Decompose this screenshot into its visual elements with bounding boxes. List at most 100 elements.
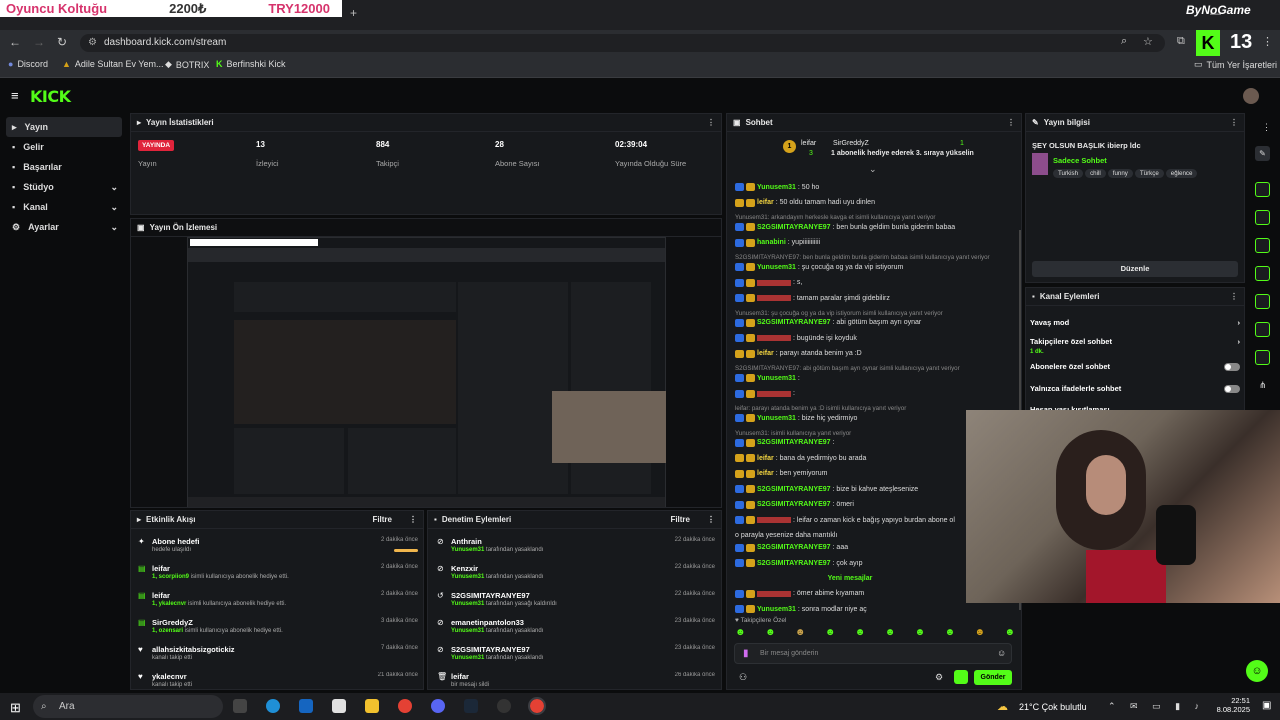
chat-message[interactable]: leifar: bana da yedirmiyo bu arada (735, 454, 866, 462)
filter-button[interactable]: Filtre (372, 515, 392, 524)
chat-message[interactable]: : (735, 389, 795, 398)
chat-message[interactable]: leifar: ben yemiyorum (735, 469, 827, 478)
emoji-icon[interactable]: ☺ (997, 648, 1006, 658)
chat-username[interactable]: S2GSIMITAYRANYE97 (757, 544, 831, 551)
sidebar-item-studyo[interactable]: ▪ Stüdyo ⌄ (6, 177, 122, 197)
tag[interactable]: chill (1085, 169, 1106, 178)
category-name[interactable]: Sadece Sohbet (1053, 156, 1107, 165)
bookmark-berfinshki[interactable]: K Berfinshki Kick (216, 59, 286, 69)
subs-only-toggle[interactable] (1224, 362, 1240, 371)
tag[interactable]: eğlence (1165, 169, 1198, 178)
filter-button[interactable]: Filtre (670, 515, 690, 524)
chat-message[interactable]: : leifar o zaman kick e bağış yapıyo bur… (735, 516, 955, 524)
chat-username[interactable]: leifar (757, 470, 774, 477)
sidebar-item-basarilar[interactable]: ▪ Başarılar (6, 157, 122, 177)
chat-username[interactable]: Yunusem31 (757, 606, 796, 613)
sidebar-item-yayin[interactable]: ▸ Yayın (6, 117, 122, 137)
forward-icon[interactable]: → (33, 35, 45, 49)
tag[interactable]: Turkish (1053, 169, 1084, 178)
chat-username[interactable]: Yunusem31 (757, 375, 796, 382)
chat-username[interactable]: S2GSIMITAYRANYE97 (757, 560, 831, 567)
chat-username[interactable]: S2GSIMITAYRANYE97 (757, 486, 831, 493)
tag[interactable]: funny (1107, 169, 1133, 178)
rail-edit-icon[interactable]: ✎ (1255, 146, 1270, 161)
chat-message[interactable]: : s, (735, 278, 802, 287)
edit-button[interactable]: Düzenle (1032, 261, 1238, 277)
weather-text[interactable]: 21°C Çok bulutlu (1019, 702, 1087, 712)
emote-icon[interactable]: ☻ (825, 627, 836, 641)
browser-menu-icon[interactable]: ⋮ (1262, 35, 1273, 48)
store-icon[interactable] (332, 699, 346, 713)
reload-icon[interactable]: ↻ (57, 35, 67, 49)
rail-chat-icon[interactable] (1255, 266, 1270, 281)
help-chat-button[interactable]: ☺ (1246, 660, 1268, 682)
chat-message[interactable]: : bugünde işi koyduk (735, 334, 857, 342)
chat-message[interactable]: hanabini: yupiiiiiiiiiii (735, 238, 820, 247)
chat-message[interactable]: S2GSIMITAYRANYE97: abi götüm başım ayrı … (735, 318, 921, 327)
address-bar[interactable]: ⚙ dashboard.kick.com/stream (80, 34, 1165, 52)
chat-message[interactable]: Yunusem31: şu çocuğa og ya da vip istiyo… (735, 263, 903, 271)
kebab-icon[interactable]: ⋮ (707, 515, 715, 524)
obs-icon[interactable] (497, 699, 511, 713)
emote-icon[interactable]: ☻ (795, 627, 806, 641)
emote-icon[interactable]: ☻ (1004, 627, 1015, 641)
notifications-icon[interactable]: ▣ (1262, 700, 1271, 711)
chat-message[interactable]: S2GSIMITAYRANYE97: ben bunla geldim bunl… (735, 223, 955, 231)
bookmark-star-icon[interactable]: ☆ (1143, 35, 1153, 48)
kebab-icon[interactable]: ⋮ (1230, 292, 1238, 301)
slow-mode-row[interactable]: Yavaş mod › (1030, 318, 1240, 327)
windows-start-icon[interactable]: ⊞ (10, 700, 21, 716)
chat-input[interactable]: ▮ Bir mesaj gönderin ☺ (734, 643, 1012, 664)
chat-username[interactable]: S2GSIMITAYRANYE97 (757, 319, 831, 326)
chat-message[interactable]: S2GSIMITAYRANYE97: bize bi kahve ateşles… (735, 485, 918, 493)
rail-menu-icon[interactable]: ⋮ (1262, 122, 1271, 133)
edge-icon[interactable] (266, 699, 280, 713)
rail-link-icon[interactable] (1255, 294, 1270, 309)
rail-wrench-icon[interactable] (1255, 350, 1270, 365)
sidebar-item-ayarlar[interactable]: ⚙ Ayarlar ⌄ (6, 217, 122, 237)
chrome-active-icon[interactable] (528, 697, 546, 715)
emote-icon[interactable]: ☻ (855, 627, 866, 641)
gear-icon[interactable]: ⚙ (935, 672, 943, 683)
emote-icon[interactable]: ☻ (765, 627, 776, 641)
chat-username[interactable] (757, 295, 791, 301)
chat-message[interactable]: Yunusem31: (735, 374, 800, 382)
chat-username[interactable]: Yunusem31 (757, 264, 796, 271)
chrome-icon[interactable] (398, 699, 412, 713)
chat-username[interactable]: leifar (757, 350, 774, 357)
chat-username[interactable]: S2GSIMITAYRANYE97 (757, 501, 831, 508)
chat-message[interactable]: leifar: 50 oldu tamam hadi uyu dinlen (735, 198, 875, 207)
all-bookmarks[interactable]: ▭ Tüm Yer İşaretleri (1194, 59, 1277, 70)
chat-username[interactable] (757, 335, 791, 341)
kebab-icon[interactable]: ⋮ (1230, 118, 1238, 127)
kebab-icon[interactable]: ⋮ (707, 118, 715, 127)
chat-username[interactable] (757, 590, 791, 597)
emote-icon[interactable]: ☻ (975, 627, 986, 641)
rail-bolt-icon[interactable] (1255, 210, 1270, 225)
emote-icon[interactable]: ☻ (735, 627, 746, 641)
discord-icon[interactable] (431, 699, 445, 713)
followers-only-row[interactable]: Takipçilere özel sohbet 1 dk. › (1030, 337, 1240, 355)
chat-username[interactable]: leifar (757, 199, 774, 206)
emote-icon[interactable]: ☻ (885, 627, 896, 641)
chat-message[interactable]: Yunusem31: sonra modlar niye aç (735, 605, 867, 613)
chat-message[interactable]: S2GSIMITAYRANYE97: çok ayıp (735, 559, 863, 567)
chat-message[interactable]: leifar: parayı atanda benim ya :D (735, 349, 862, 358)
zoom-icon[interactable]: ⌕ (1121, 35, 1127, 48)
chat-settings-icon[interactable]: ⚇ (739, 672, 747, 683)
rail-share-icon[interactable]: ⋔ (1259, 380, 1267, 391)
chat-username[interactable]: S2GSIMITAYRANYE97 (757, 224, 831, 231)
chat-username[interactable]: hanabini (757, 239, 786, 246)
sidebar-item-gelir[interactable]: ▪ Gelir (6, 137, 122, 157)
emote-icon[interactable]: ☻ (915, 627, 926, 641)
chat-username[interactable]: Yunusem31 (757, 415, 796, 422)
kick-logo[interactable]: KICK (30, 87, 71, 106)
chat-username[interactable] (757, 279, 791, 286)
emote-icon[interactable]: ☻ (945, 627, 956, 641)
kebab-icon[interactable]: ⋮ (1007, 118, 1015, 127)
quick-emote-button[interactable] (954, 670, 968, 684)
chat-message[interactable]: Yunusem31: 50 ho (735, 183, 819, 191)
chat-username[interactable]: leifar (757, 455, 774, 462)
site-info-icon[interactable]: ⚙ (88, 34, 97, 52)
bookmark-adile[interactable]: ▲ Adile Sultan Ev Yem... (62, 59, 163, 69)
